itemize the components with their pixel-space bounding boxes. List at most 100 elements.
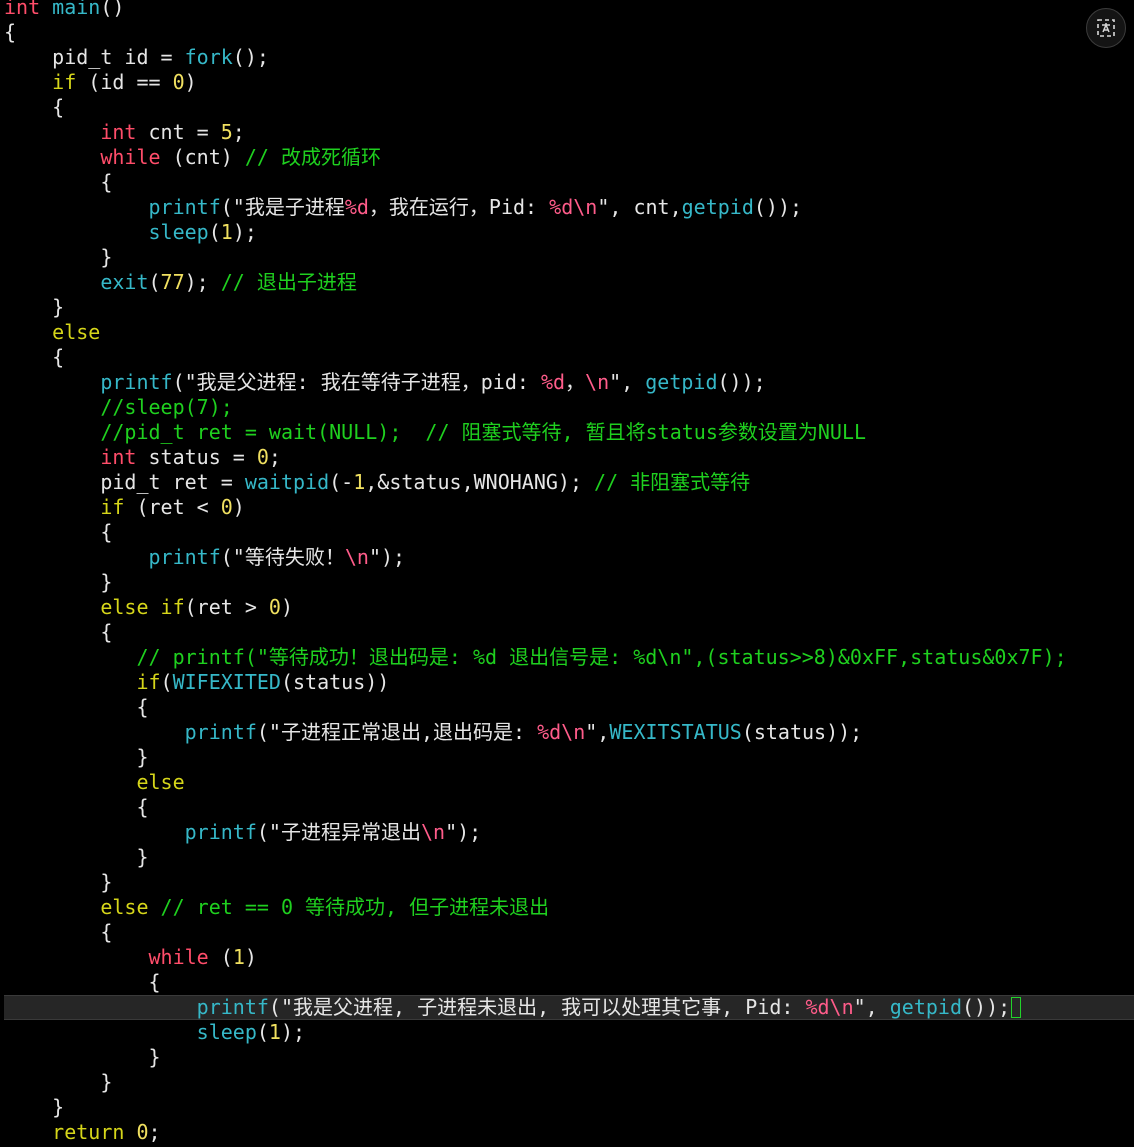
code-line[interactable]: int status = 0; <box>4 445 281 470</box>
code-line[interactable]: sleep(1); <box>4 1020 305 1045</box>
code-token: 0 <box>172 70 185 94</box>
code-token: printf <box>184 720 257 744</box>
code-line[interactable]: exit(77); // 退出子进程 <box>4 270 357 295</box>
code-token: { <box>4 795 149 819</box>
code-line[interactable]: { <box>4 695 149 720</box>
code-line[interactable]: { <box>4 345 64 370</box>
code-token: ); <box>280 1020 306 1044</box>
code-line[interactable]: } <box>4 570 112 595</box>
code-line[interactable]: int cnt = 5; <box>4 120 245 145</box>
code-line[interactable]: } <box>4 295 64 320</box>
code-token: pid_t id = <box>4 45 185 69</box>
code-editor[interactable]: int main(){ pid_t id = fork(); if (id ==… <box>0 0 1134 1147</box>
code-token: () <box>100 0 125 19</box>
translate-button[interactable] <box>1086 8 1126 48</box>
code-token: } <box>4 295 65 319</box>
code-line[interactable]: } <box>4 1070 112 1095</box>
code-token: if <box>136 670 161 694</box>
code-token: printf <box>184 820 257 844</box>
code-token: (- <box>329 470 354 494</box>
code-line[interactable]: { <box>4 620 112 645</box>
code-token: ("等待失败！ <box>220 545 345 569</box>
code-line[interactable]: { <box>4 95 64 120</box>
code-token: (cnt) <box>160 145 245 169</box>
code-line[interactable]: printf("我是父进程, 子进程未退出, 我可以处理其它事, Pid: %d… <box>4 995 1022 1020</box>
code-line[interactable]: { <box>4 970 160 995</box>
code-line[interactable]: // printf("等待成功！退出码是: %d 退出信号是: %d\n",(s… <box>4 645 1067 670</box>
code-token: if <box>52 70 77 94</box>
code-line[interactable]: } <box>4 245 112 270</box>
code-token: "); <box>445 820 482 844</box>
code-token: { <box>4 920 113 944</box>
code-token: ()); <box>717 370 766 394</box>
code-line[interactable]: printf("我是子进程%d，我在运行，Pid: %d\n", cnt,get… <box>4 195 803 220</box>
code-line[interactable]: } <box>4 1045 161 1070</box>
code-line[interactable]: pid_t id = fork(); <box>4 45 269 70</box>
code-token: } <box>4 1045 161 1069</box>
code-line[interactable]: if(WIFEXITED(status)) <box>4 670 389 695</box>
code-line[interactable]: else <box>4 320 100 345</box>
code-line[interactable]: { <box>4 170 112 195</box>
code-token: 1 <box>232 945 245 969</box>
code-token: pid_t ret = <box>4 470 245 494</box>
code-token: { <box>4 520 113 544</box>
code-token: while <box>100 145 161 169</box>
code-token: %d\n <box>537 720 586 744</box>
code-token: getpid <box>681 195 754 219</box>
code-line[interactable]: } <box>4 845 148 870</box>
code-line[interactable]: printf("子进程异常退出\n"); <box>4 820 482 845</box>
code-line[interactable]: //pid_t ret = wait(NULL); // 阻塞式等待, 暂且将s… <box>4 420 866 445</box>
code-line[interactable]: //sleep(7); <box>4 395 232 420</box>
code-line[interactable]: while (1) <box>4 945 257 970</box>
code-token: int <box>4 0 41 19</box>
code-line[interactable]: else // ret == 0 等待成功, 但子进程未退出 <box>4 895 549 920</box>
code-token: ) <box>244 945 257 969</box>
code-token: int <box>100 445 137 469</box>
code-line[interactable]: { <box>4 20 16 45</box>
code-token: { <box>4 695 149 719</box>
code-token: ()); <box>962 995 1011 1019</box>
code-line[interactable]: } <box>4 1095 64 1120</box>
code-token: ("子进程异常退出 <box>256 820 421 844</box>
code-token: \n <box>344 545 369 569</box>
code-token: 5 <box>220 120 233 144</box>
code-line[interactable]: else <box>4 770 184 795</box>
code-line[interactable]: if (ret < 0) <box>4 495 245 520</box>
code-token: // 退出子进程 <box>220 270 357 294</box>
code-token: // printf("等待成功！退出码是: %d 退出信号是: %d\n",(s… <box>136 645 1067 669</box>
code-line[interactable]: else if(ret > 0) <box>4 595 293 620</box>
code-token: %d\n <box>805 995 854 1019</box>
code-token: ", <box>609 370 646 394</box>
code-token: %d <box>540 370 566 394</box>
code-line[interactable]: sleep(1); <box>4 220 257 245</box>
code-line[interactable]: { <box>4 520 112 545</box>
code-line[interactable]: { <box>4 920 112 945</box>
code-token: 1 <box>220 220 233 244</box>
code-line[interactable]: pid_t ret = waitpid(-1,&status,WNOHANG);… <box>4 470 750 495</box>
code-line[interactable]: { <box>4 795 149 820</box>
code-line[interactable]: while (cnt) // 改成死循环 <box>4 145 381 170</box>
code-line[interactable]: printf("子进程正常退出,退出码是: %d\n",WEXITSTATUS(… <box>4 720 863 745</box>
code-token: (); <box>232 45 269 69</box>
code-line[interactable]: int main() <box>4 0 124 20</box>
code-token: \n <box>585 370 610 394</box>
code-token: ; <box>268 445 281 469</box>
code-token: ", <box>585 720 610 744</box>
code-token: (status)) <box>280 670 390 694</box>
code-line[interactable]: return 0; <box>4 1120 160 1145</box>
code-token: // ret == 0 等待成功, 但子进程未退出 <box>160 895 550 919</box>
code-line[interactable]: } <box>4 870 112 895</box>
code-token: sleep <box>148 220 209 244</box>
code-token: \n <box>420 820 446 844</box>
code-line[interactable]: printf("等待失败！\n"); <box>4 545 406 570</box>
code-line[interactable]: printf("我是父进程: 我在等待子进程，pid: %d，\n", getp… <box>4 370 766 395</box>
code-token: ("我是父进程: 我在等待子进程，pid: <box>172 370 541 394</box>
code-line[interactable]: } <box>4 745 148 770</box>
code-line[interactable]: if (id == 0) <box>4 70 197 95</box>
